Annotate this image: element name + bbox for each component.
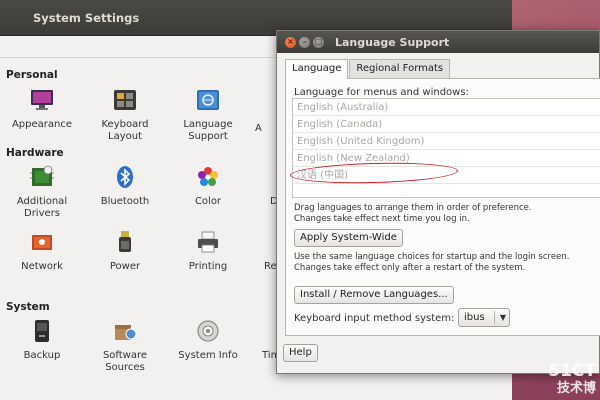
backup-icon — [35, 320, 49, 342]
language-support-icon — [197, 90, 219, 110]
apply-system-wide-button[interactable]: Apply System-Wide — [294, 229, 403, 247]
keyboard-layout-item[interactable]: Keyboard Layout — [85, 87, 165, 143]
system-info-label: System Info — [178, 350, 238, 361]
chevron-down-icon: ▼ — [499, 313, 506, 322]
network-label: Network — [21, 261, 63, 272]
partial-label-personal: A — [255, 123, 262, 134]
combo-separator — [494, 311, 495, 324]
bluetooth-label: Bluetooth — [100, 196, 150, 207]
language-support-label: Language Support — [183, 119, 233, 142]
dialog-title: Language Support — [335, 35, 450, 49]
printing-icon — [198, 231, 218, 253]
partial-label-system: Tim — [262, 350, 281, 361]
partial-item-personal[interactable]: A — [255, 87, 275, 135]
software-sources-icon — [115, 325, 137, 340]
help-button[interactable]: Help — [283, 344, 318, 362]
keyboard-layout-label: Keyboard Layout — [101, 119, 149, 142]
color-item[interactable]: Color — [168, 164, 248, 208]
keyboard-layout-icon — [114, 90, 136, 110]
language-support-item[interactable]: Language Support — [168, 87, 248, 143]
system-settings-title: System Settings — [33, 10, 140, 25]
additional-drivers-label: Additional Drivers — [16, 196, 68, 219]
language-row[interactable]: English (Canada) — [293, 116, 600, 133]
appearance-label: Appearance — [11, 119, 73, 130]
power-label: Power — [109, 261, 141, 272]
bluetooth-item[interactable]: Bluetooth — [85, 164, 165, 208]
system-info-icon — [197, 320, 219, 342]
keyboard-input-value: ibus — [464, 312, 485, 323]
color-label: Color — [194, 196, 222, 207]
bluetooth-icon — [117, 166, 133, 188]
software-sources-label: Software Sources — [102, 350, 148, 373]
partial-item-system[interactable]: Tim — [262, 318, 281, 362]
drag-hint-line2: Changes take effect next time you log in… — [294, 214, 470, 224]
maximize-icon[interactable]: □ — [313, 36, 324, 48]
section-title-system: System — [6, 301, 50, 313]
color-icon — [198, 167, 218, 186]
backup-item[interactable]: Backup — [2, 318, 82, 362]
dialog-tabs: Language Regional Formats — [285, 59, 451, 79]
language-tab-panel: Language for menus and windows: English … — [285, 78, 600, 336]
watermark: 51CT 技术博 — [548, 362, 596, 398]
tab-regional-formats[interactable]: Regional Formats — [349, 59, 451, 79]
install-remove-languages-button[interactable]: Install / Remove Languages... — [294, 286, 454, 304]
appearance-icon — [31, 90, 53, 110]
language-row[interactable]: English (United Kingdom) — [293, 133, 600, 150]
network-icon — [32, 235, 52, 250]
section-title-personal: Personal — [6, 69, 58, 81]
language-list-label: Language for menus and windows: — [294, 87, 469, 98]
additional-drivers-icon — [30, 165, 54, 186]
backup-label: Backup — [23, 350, 61, 361]
keyboard-input-label: Keyboard input method system: — [294, 313, 455, 324]
close-icon[interactable]: × — [285, 36, 296, 48]
software-sources-item[interactable]: Software Sources — [85, 318, 165, 374]
watermark-line2: 技术博 — [556, 381, 596, 396]
drag-hint-line1: Drag languages to arrange them in order … — [294, 203, 532, 213]
additional-drivers-item[interactable]: Additional Drivers — [2, 164, 82, 220]
tab-language[interactable]: Language — [285, 59, 349, 79]
language-support-dialog: × – □ Language Support Language Regional… — [276, 30, 600, 374]
keyboard-input-method-select[interactable]: ibus ▼ — [458, 308, 510, 327]
system-info-item[interactable]: System Info — [168, 318, 248, 362]
printing-label: Printing — [188, 261, 228, 272]
appearance-item[interactable]: Appearance — [2, 87, 82, 131]
apply-hint-line2: Changes take effect only after a restart… — [294, 263, 526, 273]
printing-item[interactable]: Printing — [168, 229, 248, 273]
language-row[interactable]: English (Australia) — [293, 99, 600, 116]
dialog-titlebar: × – □ Language Support — [277, 31, 599, 53]
power-icon — [119, 231, 131, 252]
section-title-hardware: Hardware — [6, 147, 64, 159]
watermark-line1: 51CT — [548, 361, 596, 381]
power-item[interactable]: Power — [85, 229, 165, 273]
minimize-icon[interactable]: – — [299, 36, 310, 48]
apply-hint-line1: Use the same language choices for startu… — [294, 252, 570, 262]
network-item[interactable]: Network — [2, 229, 82, 273]
